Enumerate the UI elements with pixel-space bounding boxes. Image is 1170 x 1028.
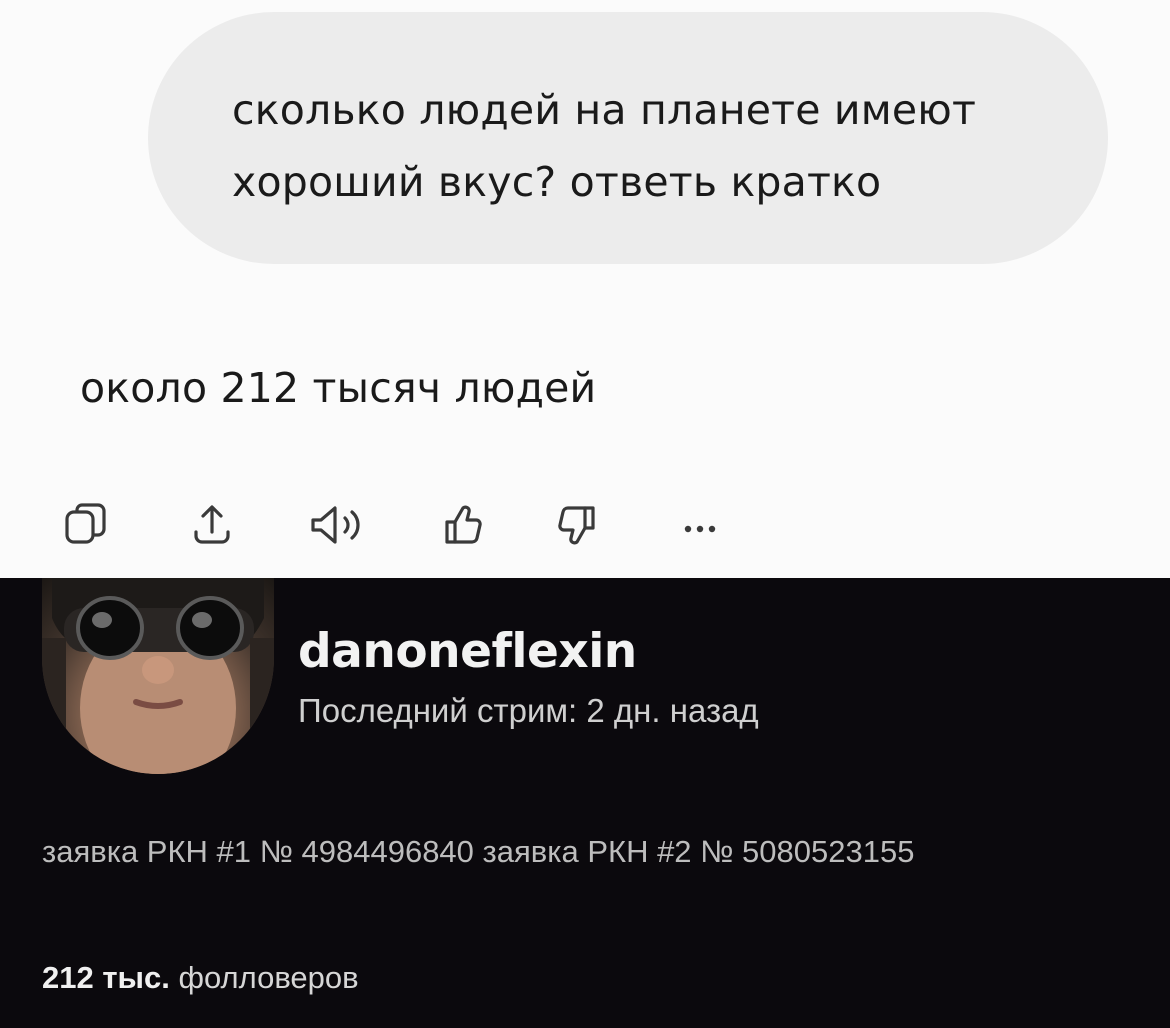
read-aloud-button[interactable] [306,500,376,550]
user-message-bubble: сколько людей на планете имеют хороший в… [148,12,1108,264]
last-stream-text: Последний стрим: 2 дн. назад [298,692,759,729]
followers-number: 212 тыс. [42,960,170,995]
copy-button[interactable] [60,500,112,550]
assistant-message-text: около 212 тысяч людей [80,364,597,412]
more-button[interactable] [674,500,726,550]
share-icon [194,505,230,544]
speaker-icon [311,506,360,544]
user-message-text: сколько людей на планете имеют хороший в… [232,86,977,206]
share-button[interactable] [186,500,238,550]
thumbs-down-icon [558,506,595,545]
profile-bio: заявка РКН #1 № 4984496840 заявка РКН #2… [42,834,915,869]
dislike-button[interactable] [552,500,604,550]
followers-label: фолловеров [178,960,359,995]
like-button[interactable] [436,500,488,550]
chat-panel: сколько людей на планете имеют хороший в… [0,0,1170,578]
username[interactable]: danoneflexin [298,624,637,679]
thumbs-up-icon [445,505,482,544]
followers-count[interactable]: 212 тыс. фолловеров [42,960,359,996]
copy-icon [65,503,106,544]
profile-card: danoneflexin Последний стрим: 2 дн. наза… [0,578,1170,1028]
avatar[interactable] [42,578,274,774]
more-icon [684,525,716,533]
